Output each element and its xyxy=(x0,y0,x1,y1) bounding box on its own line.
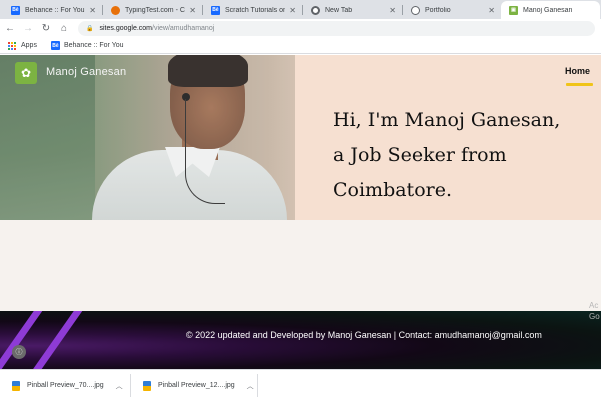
download-divider xyxy=(257,374,258,397)
bookmarks-bar: Apps Bē Behance :: For You xyxy=(0,38,601,54)
browser-toolbar: ← → ↻ ⌂ 🔒 sites.google.com /view/amudham… xyxy=(0,19,601,38)
close-icon[interactable]: ✕ xyxy=(189,6,196,15)
lock-icon[interactable]: 🔒 xyxy=(86,25,93,32)
close-icon[interactable]: ✕ xyxy=(289,6,296,15)
chevron-up-icon[interactable]: ︿ xyxy=(116,381,123,391)
apps-icon xyxy=(8,41,16,50)
nav-active-indicator xyxy=(566,83,593,86)
hero-banner: ✿ Manoj Ganesan Home Hi, I'm Manoj Ganes… xyxy=(0,55,601,220)
address-bar[interactable]: 🔒 sites.google.com /view/amudhamanoj xyxy=(78,21,595,36)
tab-scratch-tutorials[interactable]: Bē Scratch Tutorials on B ✕ xyxy=(203,1,302,19)
download-divider xyxy=(130,374,131,397)
bookmark-apps[interactable]: Apps xyxy=(8,41,37,50)
nav-home-link[interactable]: Home xyxy=(565,66,590,76)
image-file-icon xyxy=(12,380,20,391)
close-icon[interactable]: ✕ xyxy=(389,6,396,15)
headline-line: Hi, I'm Manoj Ganesan, xyxy=(333,109,561,131)
behance-icon: Bē xyxy=(50,41,60,50)
download-filename: Pinball Preview_70....jpg xyxy=(27,382,104,389)
address-host: sites.google.com xyxy=(99,25,153,32)
bookmark-label: Apps xyxy=(21,42,37,49)
google-sites-icon: ▣ xyxy=(509,5,518,15)
footer-text: © 2022 updated and Developed by Manoj Ga… xyxy=(186,330,542,340)
tab-title: Manoj Ganesan xyxy=(523,6,573,14)
download-item[interactable]: Pinball Preview_12....jpg ︿ xyxy=(143,370,254,401)
tab-manoj-ganesan[interactable]: ▣ Manoj Ganesan xyxy=(501,1,600,19)
chrome-icon xyxy=(311,5,320,15)
tab-new-tab[interactable]: New Tab ✕ xyxy=(303,1,402,19)
chevron-up-icon[interactable]: ︿ xyxy=(247,381,254,391)
activate-windows-watermark: Ac Go xyxy=(589,300,600,322)
download-bar: Pinball Preview_70....jpg ︿ Pinball Prev… xyxy=(0,369,601,400)
home-icon[interactable]: ⌂ xyxy=(56,21,72,37)
behance-icon: Bē xyxy=(11,5,20,15)
site-page: ✿ Manoj Ganesan Home Hi, I'm Manoj Ganes… xyxy=(0,55,601,369)
bookmark-label: Behance :: For You xyxy=(63,42,124,49)
headline-line: Coimbatore. xyxy=(333,179,453,201)
typingtest-icon xyxy=(111,5,120,15)
bookmark-behance[interactable]: Bē Behance :: For You xyxy=(45,41,124,50)
tab-behance[interactable]: Bē Behance :: For You ✕ xyxy=(3,1,102,19)
headline-line: a Job Seeker from xyxy=(333,144,507,166)
tab-title: Scratch Tutorials on B xyxy=(225,6,286,14)
tab-title: Behance :: For You xyxy=(25,6,85,14)
globe-icon xyxy=(411,5,420,15)
close-icon[interactable]: ✕ xyxy=(89,6,96,15)
watermark-line: Ac xyxy=(589,301,599,310)
footer-decoration xyxy=(0,311,43,369)
image-file-icon xyxy=(143,380,151,391)
download-filename: Pinball Preview_12....jpg xyxy=(158,382,235,389)
back-arrow-icon[interactable]: ← xyxy=(2,21,18,37)
site-logo-icon[interactable]: ✿ xyxy=(15,62,37,84)
behance-icon: Bē xyxy=(211,5,220,15)
close-icon[interactable]: ✕ xyxy=(488,6,495,15)
watermark-line: Go xyxy=(589,312,600,321)
site-title[interactable]: Manoj Ganesan xyxy=(46,66,126,78)
download-item[interactable]: Pinball Preview_70....jpg ︿ xyxy=(12,370,123,401)
tab-title: New Tab xyxy=(325,6,353,14)
tab-typingtest[interactable]: TypingTest.com - Com ✕ xyxy=(103,1,202,19)
forward-arrow-icon[interactable]: → xyxy=(20,21,36,37)
tab-title: Portfolio xyxy=(425,6,451,14)
address-path: /view/amudhamanoj xyxy=(152,25,215,32)
reload-icon[interactable]: ↻ xyxy=(38,21,54,37)
tab-title: TypingTest.com - Com xyxy=(125,6,185,14)
hero-headline: Hi, I'm Manoj Ganesan, a Job Seeker from… xyxy=(333,103,560,208)
tab-portfolio[interactable]: Portfolio ✕ xyxy=(403,1,501,19)
site-footer: © 2022 updated and Developed by Manoj Ga… xyxy=(0,311,601,369)
tab-strip: Bē Behance :: For You ✕ TypingTest.com -… xyxy=(0,0,601,19)
site-info-icon[interactable]: ⓘ xyxy=(12,345,26,359)
